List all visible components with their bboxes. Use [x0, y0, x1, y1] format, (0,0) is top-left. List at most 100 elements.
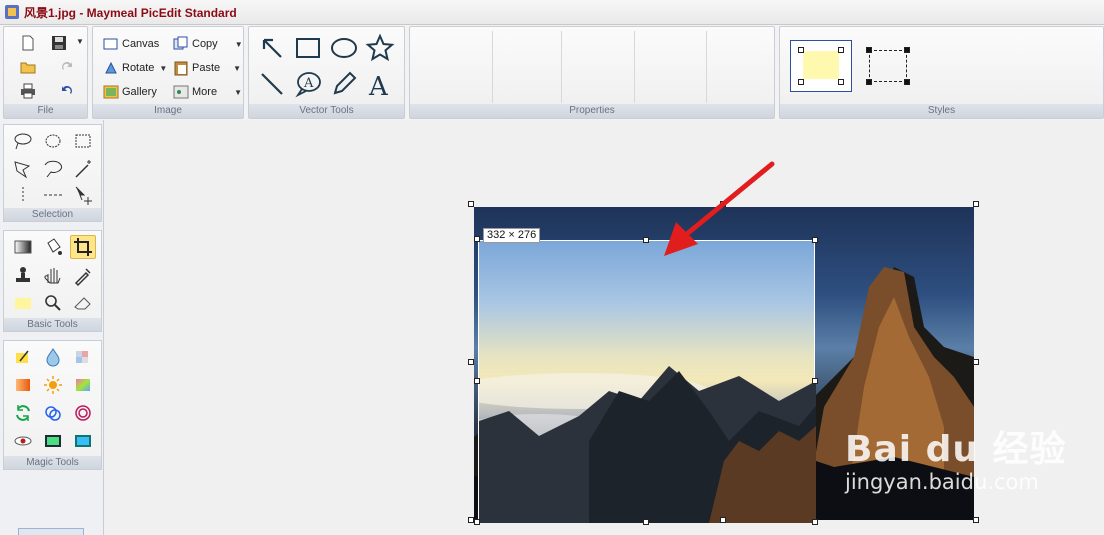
move-selection-icon[interactable]: [70, 183, 96, 207]
open-folder-icon[interactable]: [20, 59, 36, 75]
color-tone-icon[interactable]: [10, 373, 36, 397]
save-dropdown-icon[interactable]: ▼: [76, 37, 84, 46]
rectangle-tool-icon[interactable]: [293, 33, 323, 63]
paint-bucket-icon[interactable]: [40, 235, 66, 259]
highlighter-tool[interactable]: [10, 291, 36, 315]
resize-handle-bottom[interactable]: [720, 517, 726, 523]
crop-handle-bottom[interactable]: [643, 519, 649, 525]
brightness-pen-icon[interactable]: [10, 345, 36, 369]
target-circles-icon[interactable]: [70, 401, 96, 425]
vector-tools-label: Vector Tools: [249, 104, 404, 118]
crop-tool[interactable]: [70, 235, 96, 259]
resize-handle-top-left[interactable]: [468, 201, 474, 207]
ellipse-select-icon[interactable]: [40, 129, 66, 153]
paste-button[interactable]: Paste ▼: [173, 60, 241, 76]
callout-tool-icon[interactable]: A: [293, 69, 323, 99]
resize-handle-right[interactable]: [973, 359, 979, 365]
crop-handle-right[interactable]: [812, 378, 818, 384]
crop-handle-top-left[interactable]: [474, 236, 480, 242]
rect-select-icon[interactable]: [70, 129, 96, 153]
crop-handle-top-right[interactable]: [812, 237, 818, 243]
paste-label: Paste: [192, 62, 221, 74]
ribbon: ▼ File Canvas Copy ▼ Rotate ▼ Paste ▼ Ga…: [0, 25, 1104, 120]
style-swatch-dashed[interactable]: [866, 47, 910, 85]
eyedropper-icon[interactable]: [70, 263, 96, 287]
basic-tools-panel: Basic Tools: [3, 230, 102, 332]
text-tool-icon[interactable]: A: [365, 69, 395, 99]
blur-drop-icon[interactable]: [40, 345, 66, 369]
rotate-button[interactable]: Rotate ▼: [103, 60, 167, 76]
vertical-line-select-icon[interactable]: [10, 183, 36, 207]
crop-size-label: 332 × 276: [483, 228, 541, 243]
gallery-label: Gallery: [122, 86, 157, 98]
more-icon: [173, 85, 189, 99]
resize-handle-bottom-right[interactable]: [973, 517, 979, 523]
landscape-effect-icon[interactable]: [70, 429, 96, 453]
undo-icon[interactable]: [59, 83, 75, 99]
panel-scroll-tab[interactable]: [18, 528, 84, 535]
polygon-lasso-icon[interactable]: [10, 157, 36, 181]
save-icon[interactable]: [51, 35, 67, 51]
crop-selection[interactable]: [478, 240, 816, 523]
eraser-icon[interactable]: [70, 291, 96, 315]
redo-icon[interactable]: [59, 59, 75, 75]
copy-dropdown-icon[interactable]: ▼: [235, 40, 243, 49]
star-tool-icon[interactable]: [365, 33, 395, 63]
hand-icon[interactable]: [40, 263, 66, 287]
magic-wand-icon[interactable]: [70, 157, 96, 181]
zoom-icon[interactable]: [40, 291, 66, 315]
crop-handle-left[interactable]: [474, 378, 480, 384]
resize-handle-left[interactable]: [468, 359, 474, 365]
selection-panel: Selection: [3, 124, 102, 222]
pencil-tool-icon[interactable]: [329, 69, 359, 99]
gallery-button[interactable]: Gallery: [103, 84, 157, 100]
lasso-icon[interactable]: [10, 129, 36, 153]
swatch-handle: [838, 79, 844, 85]
magic-tools-label: Magic Tools: [4, 456, 101, 469]
dashed-preview: [869, 50, 907, 82]
resize-handle-top-right[interactable]: [973, 201, 979, 207]
crop-handle-top[interactable]: [643, 237, 649, 243]
print-icon[interactable]: [20, 83, 36, 99]
refresh-cycle-icon[interactable]: [10, 401, 36, 425]
color-balance-icon[interactable]: [70, 373, 96, 397]
clone-stamp-icon[interactable]: [10, 263, 36, 287]
line-tool-icon[interactable]: [257, 69, 287, 99]
ellipse-tool-icon[interactable]: [329, 33, 359, 63]
rotate-dropdown-icon[interactable]: ▼: [159, 64, 167, 73]
highlighter-icon: [15, 297, 31, 309]
image-group-label: Image: [93, 104, 243, 118]
baidu-watermark: Bai du 经验 jingyan.baidu.com: [845, 420, 1067, 494]
sun-brightness-icon[interactable]: [40, 373, 66, 397]
more-button[interactable]: More ▼: [173, 84, 242, 100]
swatch-handle: [838, 47, 844, 53]
canvas-icon: [103, 38, 118, 50]
file-group-label: File: [4, 104, 87, 118]
red-eye-icon[interactable]: [10, 429, 36, 453]
picture-frame-icon[interactable]: [40, 429, 66, 453]
rotate-label: Rotate: [122, 62, 155, 74]
overlap-circles-icon[interactable]: [40, 401, 66, 425]
arrow-tool-icon[interactable]: [257, 33, 287, 63]
crop-handle-bottom-left[interactable]: [474, 519, 480, 525]
gradient-icon[interactable]: [10, 235, 36, 259]
title-bar: 风景1.jpg - Maymeal PicEdit Standard: [0, 0, 1104, 25]
crop-handle-bottom-right[interactable]: [812, 519, 818, 525]
style-swatch-filled[interactable]: [790, 40, 852, 92]
left-tool-panel: Selection Basic Tools Magic Tools: [0, 120, 104, 535]
selection-panel-label: Selection: [4, 208, 101, 221]
mosaic-icon[interactable]: [70, 345, 96, 369]
more-dropdown-icon[interactable]: ▼: [234, 88, 242, 97]
svg-text:A: A: [303, 76, 314, 91]
canvas-button[interactable]: Canvas: [103, 36, 159, 52]
horizontal-line-select-icon[interactable]: [40, 183, 66, 207]
swatch-handle: [904, 47, 910, 53]
magnetic-lasso-icon[interactable]: [40, 157, 66, 181]
properties-divider: [706, 31, 707, 103]
copy-button[interactable]: Copy ▼: [173, 36, 243, 52]
image-group: Canvas Copy ▼ Rotate ▼ Paste ▼ Gallery M…: [92, 26, 244, 119]
canvas-label: Canvas: [122, 38, 160, 50]
swatch-handle: [866, 47, 872, 53]
new-file-icon[interactable]: [20, 35, 36, 51]
paste-dropdown-icon[interactable]: ▼: [233, 64, 241, 73]
